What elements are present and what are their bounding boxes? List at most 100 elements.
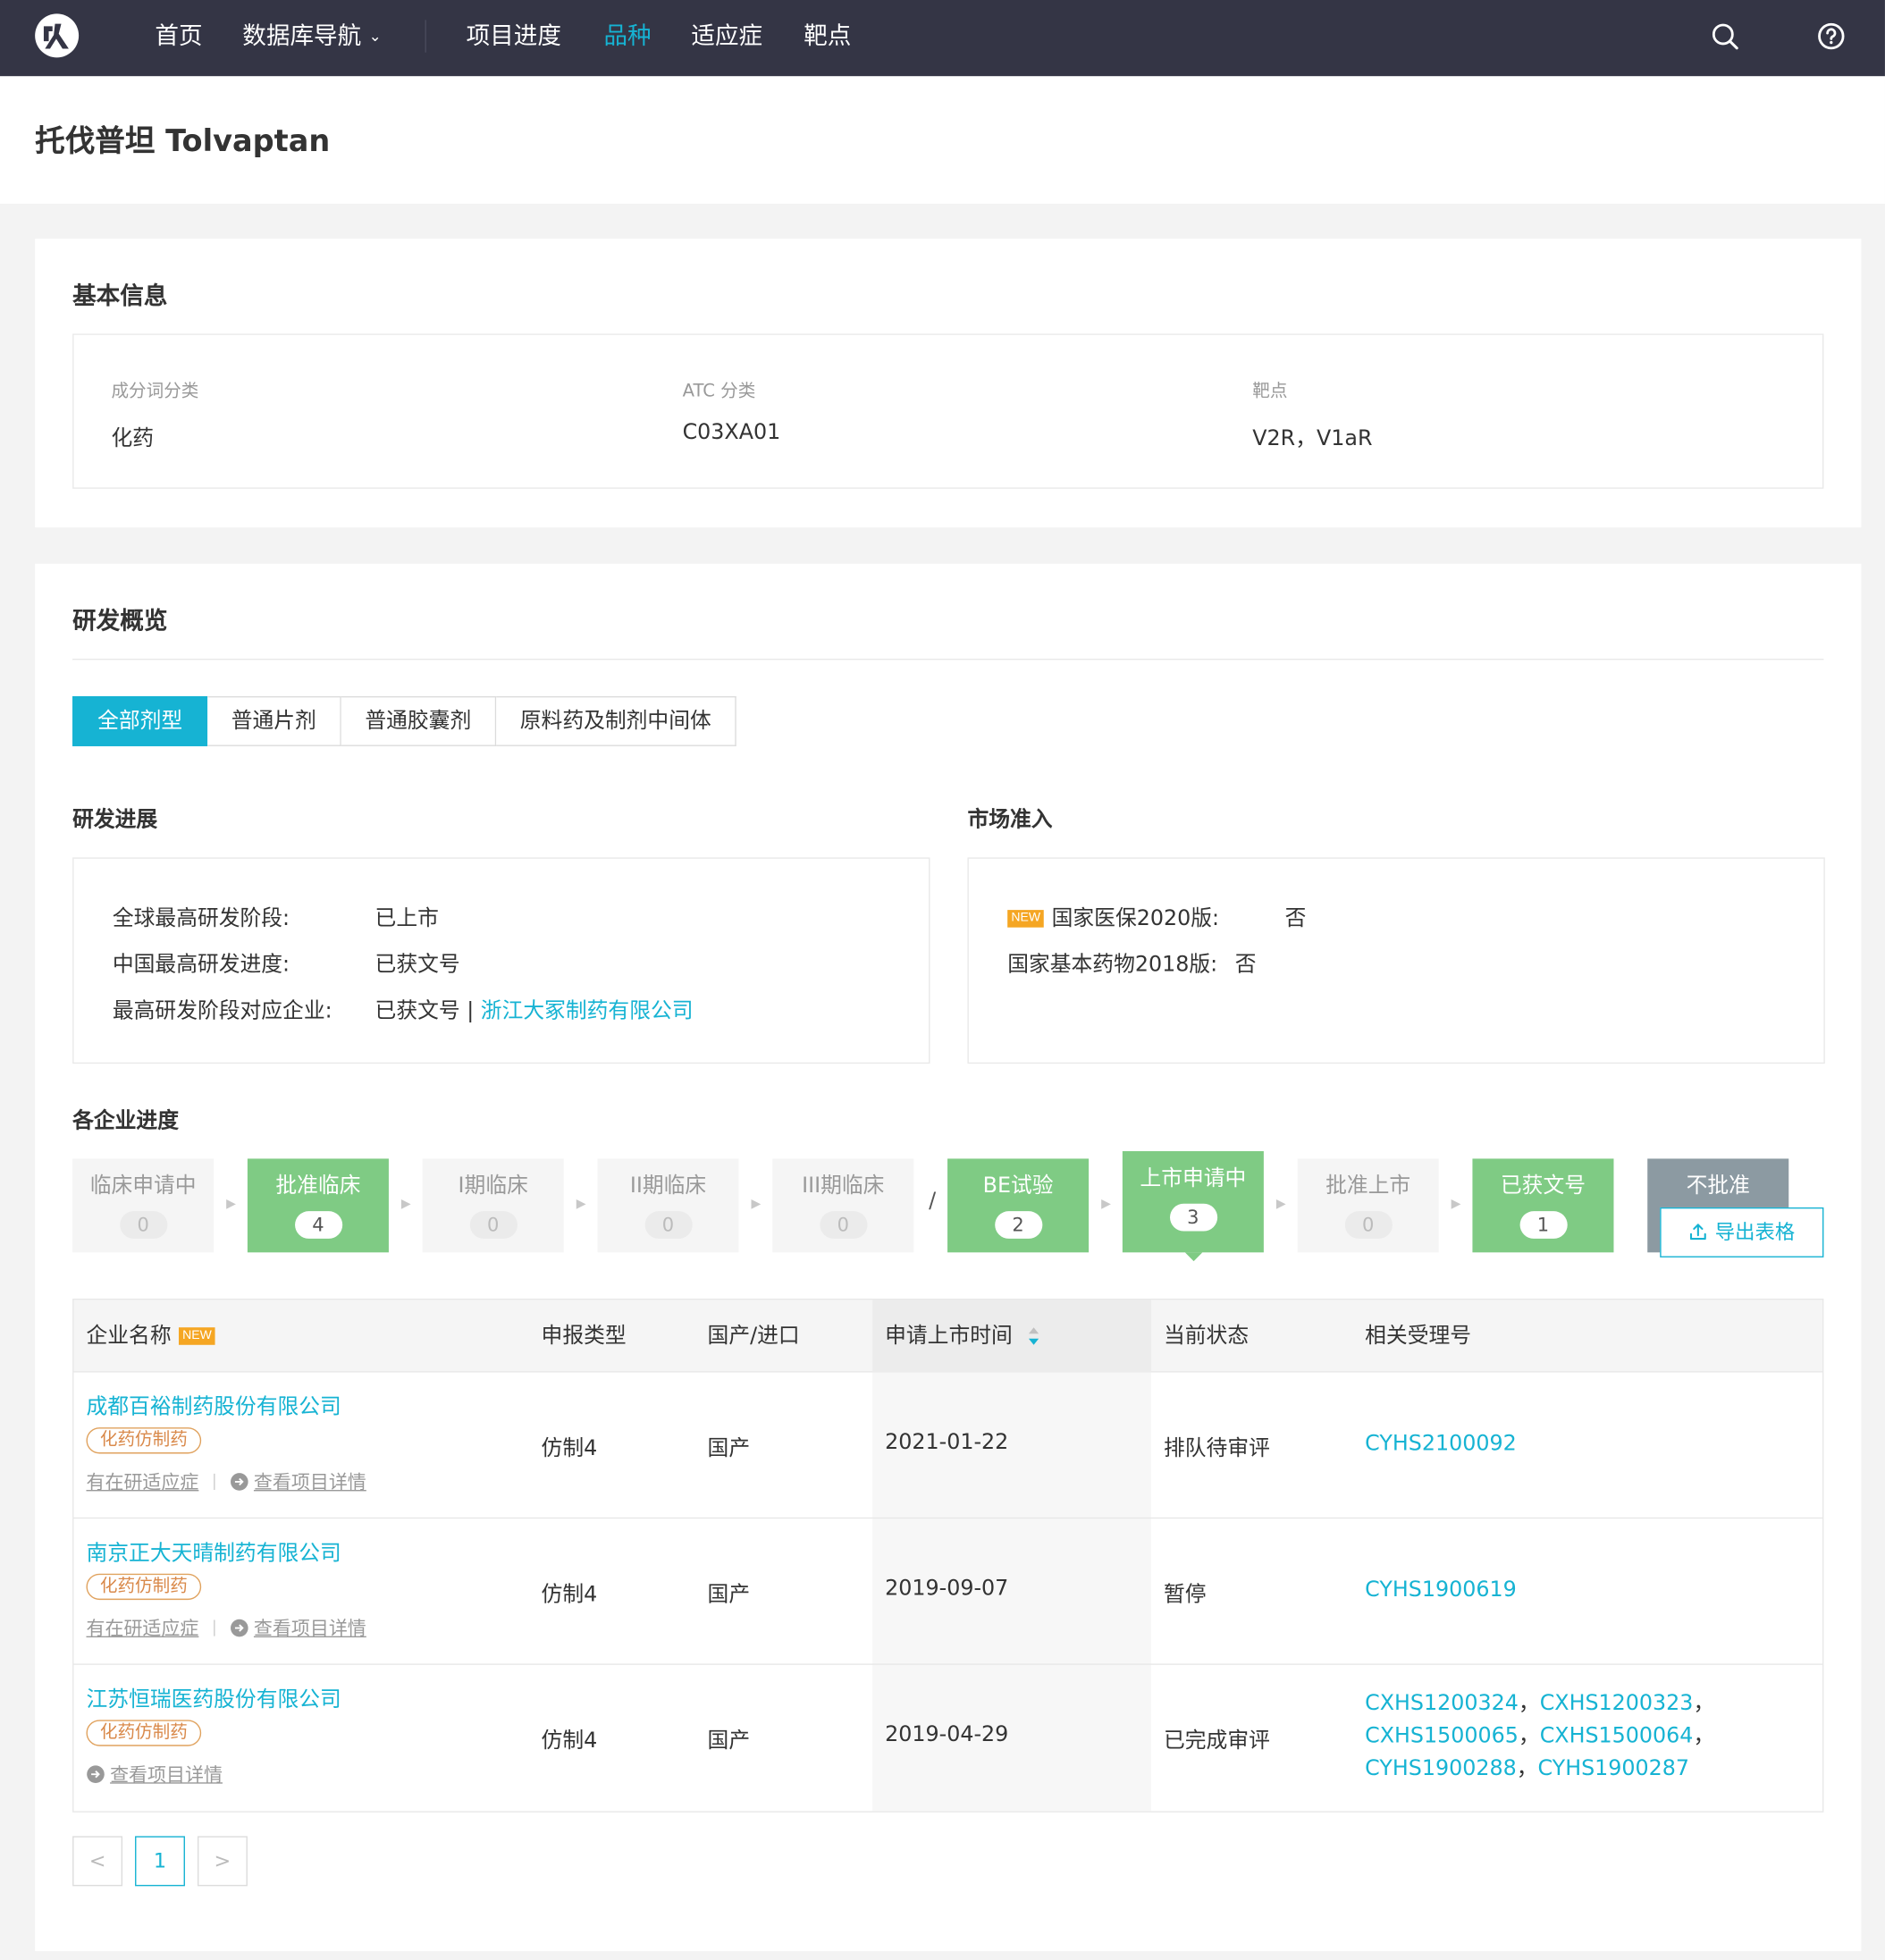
pagination-prev[interactable]: < <box>72 1836 123 1887</box>
stage-label: III期临床 <box>802 1173 885 1199</box>
origin: 国产 <box>707 1582 751 1608</box>
china-stage-value: 已获文号 <box>374 952 460 978</box>
stage-count: 2 <box>994 1211 1042 1239</box>
nav-indication[interactable]: 适应症 <box>691 0 762 76</box>
pagination-next[interactable]: > <box>197 1836 248 1887</box>
th-company-label: 企业名称 <box>86 1324 172 1349</box>
target-value: V2R，V1aR <box>1252 425 1373 451</box>
basic-info-card: 基本信息 成分词分类 化药 ATC 分类 C03XA01 靶点 V2R，V1aR <box>35 239 1862 528</box>
link-divider <box>214 1473 215 1491</box>
stage-marketing-approved[interactable]: 批准上市 0 <box>1297 1158 1439 1253</box>
nrdl-label: NEW 国家医保2020版: <box>1007 900 1219 931</box>
china-stage-label: 中国最高研发进度: <box>112 952 290 978</box>
help-icon[interactable] <box>1816 21 1847 52</box>
stage-marketing-application[interactable]: 上市申请中 3 <box>1122 1151 1264 1262</box>
sort-icon[interactable] <box>1028 1325 1040 1347</box>
link-divider <box>214 1619 215 1636</box>
receipt-link[interactable]: CYHS2100092 <box>1365 1431 1517 1456</box>
receipt-link[interactable]: CXHS1500065 <box>1365 1724 1519 1749</box>
project-detail-link[interactable]: 查看项目详情 <box>254 1618 366 1640</box>
application-type: 仿制4 <box>541 1729 598 1754</box>
stage-phase-3[interactable]: III期临床 0 <box>772 1158 914 1253</box>
receipt-list: CYHS1900619 <box>1365 1574 1517 1606</box>
dosage-form-tabs: 全部剂型 普通片剂 普通胶囊剂 原料药及制剂中间体 <box>72 695 736 746</box>
receipt-list: CYHS2100092 <box>1365 1427 1517 1459</box>
indication-link[interactable]: 有在研适应症 <box>86 1471 198 1493</box>
stage-count: 0 <box>469 1211 518 1239</box>
ingredient-class-value: 化药 <box>111 425 155 451</box>
essential-drug-value: 否 <box>1234 952 1257 978</box>
stage-label: I期临床 <box>458 1173 528 1199</box>
receipt-link[interactable]: CYHS1900619 <box>1365 1577 1517 1602</box>
market-access-box: NEW 国家医保2020版: 否 国家基本药物2018版: 否 <box>967 857 1825 1064</box>
stage-label: 已获文号 <box>1500 1173 1586 1199</box>
th-origin: 国产/进口 <box>707 1324 800 1349</box>
upload-icon <box>1689 1224 1706 1241</box>
rd-overview-card: 研发概览 全部剂型 普通片剂 普通胶囊剂 原料药及制剂中间体 研发进展 全球最高… <box>35 563 1862 1952</box>
tab-capsules[interactable]: 普通胶囊剂 <box>341 695 497 746</box>
search-icon[interactable] <box>1710 21 1740 52</box>
tab-all-forms[interactable]: 全部剂型 <box>72 695 208 746</box>
receipt-link[interactable]: CXHS1200324 <box>1365 1691 1519 1716</box>
stage-clinical-application[interactable]: 临床申请中 0 <box>72 1158 215 1253</box>
nav-target[interactable]: 靶点 <box>804 0 851 76</box>
tab-tablets[interactable]: 普通片剂 <box>207 695 341 746</box>
company-link[interactable]: 成都百裕制药股份有限公司 <box>86 1389 341 1420</box>
nav-database[interactable]: 数据库导航 ⌄ <box>242 0 381 76</box>
stage-count: 0 <box>644 1211 693 1239</box>
nav-database-label: 数据库导航 <box>242 22 362 50</box>
origin: 国产 <box>707 1435 751 1461</box>
stage-separator: / <box>929 1188 937 1214</box>
company-link[interactable]: 江苏恒瑞医药股份有限公司 <box>86 1681 341 1712</box>
receipt-link[interactable]: CXHS1500064 <box>1540 1724 1694 1749</box>
project-detail-link[interactable]: 查看项目详情 <box>254 1471 366 1493</box>
th-application-type: 申报类型 <box>541 1324 627 1349</box>
application-type: 仿制4 <box>541 1435 598 1461</box>
table-row: 成都百裕制药股份有限公司 化药仿制药 有在研适应症 查看项目详情 仿制4 国产 2… <box>73 1373 1823 1519</box>
stage-count: 0 <box>119 1211 167 1239</box>
export-table-button[interactable]: 导出表格 <box>1660 1207 1824 1258</box>
stage-phase-2[interactable]: II期临床 0 <box>597 1158 739 1253</box>
stage-license-obtained[interactable]: 已获文号 1 <box>1472 1158 1614 1253</box>
submit-date: 2019-04-29 <box>885 1722 1009 1748</box>
company-table: 企业名称 NEW 申报类型 国产/进口 申请上市时间 当前状态 相关受理号 成都百… <box>72 1299 1824 1813</box>
arrow-circle-icon <box>230 1619 248 1637</box>
receipt-link[interactable]: CYHS1900288 <box>1365 1756 1517 1781</box>
stage-phase-1[interactable]: I期临床 0 <box>422 1158 564 1253</box>
indication-link[interactable]: 有在研适应症 <box>86 1618 198 1640</box>
nav-drug-variety[interactable]: 品种 <box>603 0 651 76</box>
receipt-link[interactable]: CXHS1200323 <box>1540 1691 1694 1716</box>
arrow-right-icon: ▶ <box>576 1197 586 1212</box>
drug-type-tag: 化药仿制药 <box>86 1720 202 1746</box>
th-company: 企业名称 NEW <box>86 1300 223 1372</box>
table-row: 南京正大天晴制药有限公司 化药仿制药 有在研适应症 查看项目详情 仿制4 国产 2… <box>73 1518 1823 1665</box>
rd-progress-title: 研发进展 <box>72 807 158 833</box>
nrdl-label-text: 国家医保2020版: <box>1051 905 1220 931</box>
row-links: 有在研适应症 查看项目详情 <box>86 1615 366 1641</box>
stage-clinical-approved[interactable]: 批准临床 4 <box>247 1158 389 1253</box>
pagination-page-1[interactable]: 1 <box>135 1836 185 1887</box>
nav-project-progress[interactable]: 项目进度 <box>467 0 561 76</box>
stage-count: 0 <box>1344 1211 1393 1239</box>
th-submit-date[interactable]: 申请上市时间 <box>872 1300 1152 1373</box>
basic-info-title: 基本信息 <box>72 282 168 310</box>
chevron-down-icon: ⌄ <box>368 27 382 46</box>
tab-api-intermediates[interactable]: 原料药及制剂中间体 <box>496 695 736 746</box>
nav-home[interactable]: 首页 <box>155 0 202 76</box>
application-type: 仿制4 <box>541 1582 598 1608</box>
project-detail-link[interactable]: 查看项目详情 <box>110 1763 223 1786</box>
th-status: 当前状态 <box>1164 1324 1250 1349</box>
origin: 国产 <box>707 1729 751 1754</box>
row-links: 查看项目详情 <box>86 1761 223 1787</box>
receipt-link[interactable]: CYHS1900287 <box>1538 1756 1690 1781</box>
top-company-link[interactable]: 浙江大冢制药有限公司 <box>481 998 694 1023</box>
arrow-circle-icon <box>86 1765 105 1784</box>
stage-be-trial[interactable]: BE试验 2 <box>947 1158 1090 1253</box>
arrow-right-icon: ▶ <box>1101 1197 1111 1212</box>
logo-icon[interactable] <box>35 13 80 58</box>
current-status: 暂停 <box>1164 1582 1207 1608</box>
title-band: 托伐普坦 Tolvaptan <box>0 76 1885 204</box>
drug-type-tag: 化药仿制药 <box>86 1573 202 1601</box>
company-link[interactable]: 南京正大天晴制药有限公司 <box>86 1535 341 1566</box>
atc-class-label: ATC 分类 <box>682 381 756 401</box>
